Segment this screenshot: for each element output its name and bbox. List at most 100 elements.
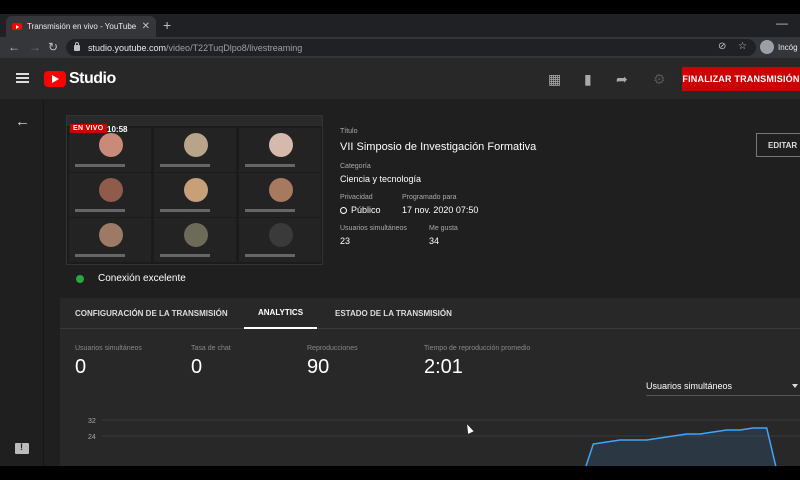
privacy-label: Privacidad — [340, 194, 373, 201]
new-tab-icon[interactable]: + — [163, 17, 171, 33]
analytics-panel: CONFIGURACIÓN DE LA TRANSMISIÓN ANALYTIC… — [60, 298, 800, 466]
participant-tile — [239, 128, 321, 172]
title-label: Título — [340, 128, 358, 135]
left-rail: ← — [0, 100, 44, 466]
tab-title: Transmisión en vivo - YouTube St — [27, 22, 137, 31]
end-stream-button[interactable]: FINALIZAR TRANSMISIÓN — [682, 67, 800, 91]
tab-analytics[interactable]: ANALYTICS — [244, 298, 318, 329]
privacy-text: Público — [351, 205, 381, 215]
browser-tabstrip: Transmisión en vivo - YouTube St ✕ + — — [0, 14, 800, 37]
letterbox-top — [0, 0, 800, 14]
studio-logo[interactable]: Studio — [44, 70, 116, 88]
participant-avatar — [184, 178, 208, 202]
back-arrow-icon[interactable]: ← — [15, 113, 30, 130]
scheduled-value: 17 nov. 2020 07:50 — [402, 205, 479, 215]
metric-label-concurrent: Usuarios simultáneos — [75, 345, 142, 352]
bookmark-star-icon[interactable]: ☆ — [738, 41, 747, 52]
connection-status: Conexión excelente — [76, 273, 186, 284]
letterbox-bottom — [0, 466, 800, 480]
participant-avatar — [99, 133, 123, 157]
participant-name-bar — [75, 164, 125, 167]
participant-name-bar — [75, 254, 125, 257]
bookmark-icon[interactable]: ▮ — [584, 71, 592, 88]
category-label: Categoría — [340, 163, 371, 170]
connection-text: Conexión excelente — [98, 273, 186, 284]
back-nav-icon[interactable]: ← — [8, 40, 20, 54]
privacy-value: Público — [340, 205, 381, 215]
metric-label-avg-watch: Tiempo de reproducción promedio — [424, 345, 531, 352]
likes-value: 34 — [429, 236, 440, 246]
close-tab-icon[interactable]: ✕ — [142, 21, 150, 32]
participant-avatar — [269, 178, 293, 202]
stream-title: VII Simposio de Investigación Formativa — [340, 141, 537, 153]
browser-toolbar: ← → ↻ studio.youtube.com /video/T22TuqDl… — [0, 37, 800, 58]
concurrent-label: Usuarios simultáneos — [340, 225, 407, 232]
participant-avatar — [184, 133, 208, 157]
participant-name-bar — [245, 164, 295, 167]
live-time: 10:58 — [107, 125, 128, 134]
url-path: /video/T22TuqDlpo8/livestreaming — [166, 42, 303, 53]
metric-value-chat-rate: 0 — [191, 356, 203, 378]
clapperboard-icon[interactable]: ▦ — [548, 71, 561, 88]
participant-tile — [239, 173, 321, 217]
y-tick-label: 24 — [88, 434, 96, 441]
profile-label: Incóg — [778, 42, 798, 52]
participant-tile — [239, 218, 321, 262]
studio-header: Studio ▦ ▮ ➦ ⚙ FINALIZAR TRANSMISIÓN — [0, 58, 800, 100]
participant-tile — [69, 218, 151, 262]
metric-dropdown-value: Usuarios simultáneos — [646, 380, 733, 391]
share-icon[interactable]: ➦ — [616, 71, 628, 88]
status-dot-icon — [76, 274, 84, 283]
metric-label-chat-rate: Tasa de chat — [191, 345, 231, 352]
participant-tile — [69, 128, 151, 172]
metric-value-avg-watch: 2:01 — [424, 356, 463, 378]
tab-stream-settings[interactable]: CONFIGURACIÓN DE LA TRANSMISIÓN — [75, 298, 228, 329]
globe-icon — [340, 207, 347, 214]
participant-grid — [69, 128, 321, 263]
edit-button[interactable]: EDITAR — [756, 133, 800, 157]
participant-name-bar — [160, 254, 210, 257]
participant-tile — [154, 173, 236, 217]
metric-dropdown[interactable]: Usuarios simultáneos — [646, 376, 800, 396]
lock-icon — [74, 41, 80, 51]
participant-name-bar — [160, 209, 210, 212]
metric-label-views: Reproducciones — [307, 345, 358, 352]
participant-name-bar — [245, 254, 295, 257]
concurrent-value: 23 — [340, 236, 351, 246]
stream-preview[interactable]: EN VIVO 10:58 — [66, 115, 323, 265]
feedback-icon[interactable] — [15, 442, 29, 454]
participant-name-bar — [160, 164, 210, 167]
concurrent-viewers-chart: 32 24 — [88, 418, 800, 466]
participant-avatar — [269, 223, 293, 247]
tracking-blocked-icon[interactable]: ⊘ — [718, 41, 726, 52]
participant-tile — [154, 128, 236, 172]
likes-label: Me gusta — [429, 225, 458, 232]
caret-down-icon — [792, 383, 798, 388]
youtube-logo-icon — [44, 71, 66, 87]
forward-nav-icon[interactable]: → — [29, 40, 41, 54]
participant-name-bar — [75, 209, 125, 212]
menu-icon[interactable] — [16, 73, 29, 83]
chart-area — [585, 428, 776, 466]
settings-gear-icon[interactable]: ⚙ — [653, 71, 666, 88]
scheduled-label: Programado para — [402, 194, 457, 201]
participant-name-bar — [245, 209, 295, 212]
reload-icon[interactable]: ↻ — [48, 40, 58, 54]
category-value: Ciencia y tecnología — [340, 174, 422, 184]
minimize-window-icon[interactable]: — — [776, 16, 788, 30]
live-badge: EN VIVO — [70, 124, 107, 133]
metric-value-views: 90 — [307, 356, 330, 378]
tab-stream-status[interactable]: ESTADO DE LA TRANSMISIÓN — [335, 298, 452, 329]
metric-value-concurrent: 0 — [75, 356, 87, 378]
address-bar[interactable]: studio.youtube.com /video/T22TuqDlpo8/li… — [66, 39, 756, 56]
participant-avatar — [269, 133, 293, 157]
y-tick-label: 32 — [88, 418, 96, 425]
incognito-profile[interactable]: Incóg — [760, 40, 798, 54]
browser-tab[interactable]: Transmisión en vivo - YouTube St ✕ — [6, 16, 156, 37]
youtube-favicon-icon — [12, 23, 22, 30]
participant-tile — [154, 218, 236, 262]
participant-tile — [69, 173, 151, 217]
participant-avatar — [184, 223, 208, 247]
incognito-icon — [760, 40, 774, 54]
tab-bar: CONFIGURACIÓN DE LA TRANSMISIÓN ANALYTIC… — [60, 298, 800, 329]
